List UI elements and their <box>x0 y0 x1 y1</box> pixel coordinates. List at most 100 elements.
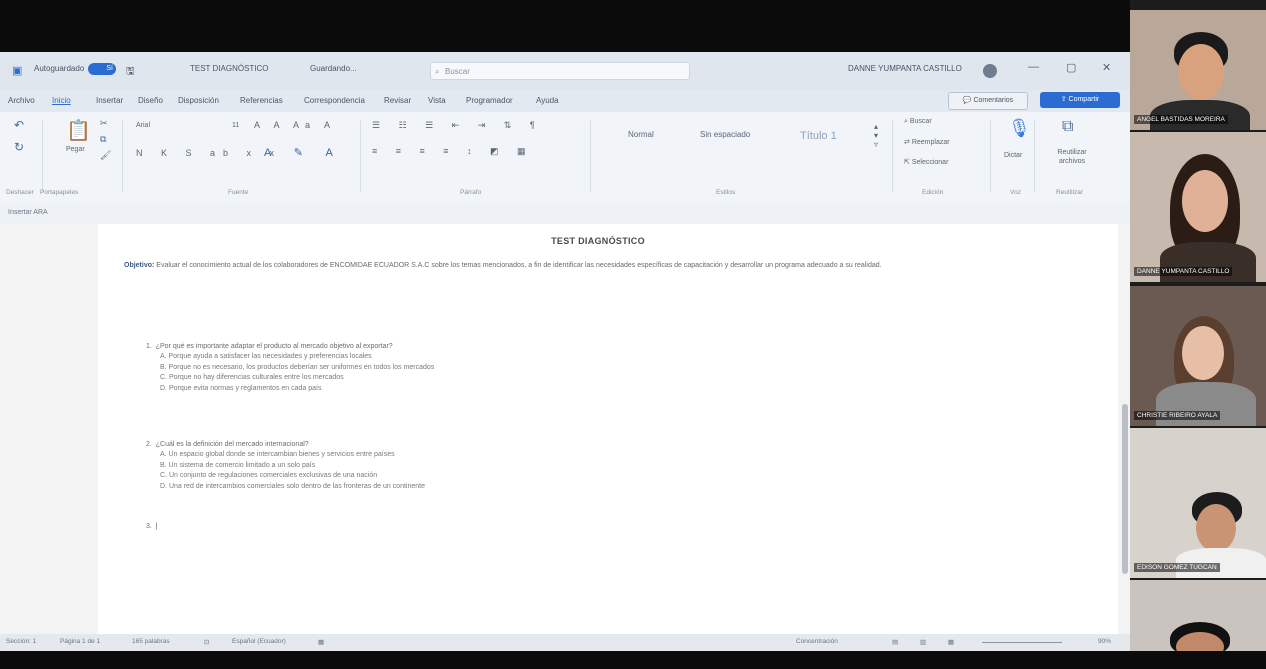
accessibility-icon[interactable]: ⊡ <box>204 638 209 646</box>
replace-icon: ⇄ <box>904 139 910 146</box>
option: D. Porque evita normas y reglamentos en … <box>160 384 322 392</box>
insert-file-button[interactable]: Insertar ARA <box>8 209 48 216</box>
participant-tile[interactable]: EDISON GOMEZ TUGCAN <box>1130 428 1266 578</box>
participant-tile[interactable]: CHRISTIE RIBEIRO AYALA <box>1130 286 1266 426</box>
menu-vista[interactable]: Vista <box>428 96 446 105</box>
voice-group-label: Voz <box>1010 189 1021 196</box>
style-titulo-1[interactable]: Título 1 <box>800 130 837 142</box>
focus-mode-button[interactable]: Concentración <box>796 638 838 645</box>
option: D. Una red de intercambios comerciales s… <box>160 482 425 490</box>
styles-group-label: Estilos <box>716 189 736 196</box>
minimize-icon[interactable]: — <box>1028 61 1039 73</box>
undo-group-label: Deshacer <box>6 189 34 196</box>
search-icon: ⌕ <box>904 118 908 125</box>
question-1: 1. ¿Por qué es importante adaptar el pro… <box>146 342 434 394</box>
participant-tile[interactable] <box>1130 580 1266 651</box>
undo-icon[interactable]: ↶ <box>14 118 24 132</box>
option: C. Un conjunto de regulaciones comercial… <box>160 472 378 480</box>
alignment-buttons[interactable]: ≡ ≡ ≡ ≡ ↕ ◩ ▦ <box>372 146 534 157</box>
status-language[interactable]: Español (Ecuador) <box>232 638 286 645</box>
bottom-black-bar <box>0 651 1266 669</box>
status-page: Página 1 de 1 <box>60 638 101 645</box>
list-buttons[interactable]: ☰ ☷ ☰ ⇤ ⇥ ⇅ ¶ <box>372 120 543 131</box>
word-window: ▣ Autoguardado Sí 🖫 TEST DIAGNÓSTICO Gua… <box>0 52 1130 651</box>
cursor-line[interactable]: 3. | <box>146 522 158 532</box>
autosave-toggle[interactable]: Sí <box>88 63 116 75</box>
zoom-level[interactable]: 90% <box>1098 638 1111 645</box>
user-avatar[interactable] <box>983 64 997 78</box>
font-size-select[interactable]: 11 <box>232 122 239 129</box>
menu-inicio[interactable]: Inicio <box>52 96 71 105</box>
clipboard-group-label: Portapapeles <box>40 189 79 196</box>
format-painter-icon[interactable]: 🖌 <box>100 150 111 161</box>
font-group-label: Fuente <box>228 189 249 196</box>
zoom-slider[interactable] <box>982 642 1062 643</box>
menu-programador[interactable]: Programador <box>466 96 513 105</box>
find-button[interactable]: ⌕ Buscar <box>904 118 932 126</box>
participant-tile[interactable]: ANGEL BASTIDAS MOREIRA <box>1130 10 1266 130</box>
autosave-label: Autoguardado <box>34 64 85 73</box>
objective-paragraph: Objetivo: Evaluar el conocimiento actual… <box>124 260 984 271</box>
top-black-bar <box>0 0 1130 52</box>
style-sin-espaciado[interactable]: Sin espaciado <box>700 130 750 139</box>
font-format-buttons[interactable]: N K S ab x x <box>136 148 282 158</box>
redo-icon[interactable]: ↻ <box>14 140 24 154</box>
font-color-buttons[interactable]: A ✎ A <box>264 146 343 159</box>
option: C. Porque no hay diferencias culturales … <box>160 374 344 382</box>
document-name[interactable]: TEST DIAGNÓSTICO <box>190 64 269 73</box>
paragraph-group-label: Párrafo <box>460 189 482 196</box>
select-button[interactable]: ⇱ Seleccionar <box>904 158 948 166</box>
dictate-label: Dictar <box>1004 152 1023 159</box>
menu-archivo[interactable]: Archivo <box>8 96 35 105</box>
document-title: TEST DIAGNÓSTICO <box>551 236 645 246</box>
style-normal[interactable]: Normal <box>628 130 654 139</box>
option: B. Porque no es necesario, los productos… <box>160 363 435 371</box>
question-2: 2. ¿Cuál es la definición del mercado in… <box>146 440 425 492</box>
menu-ayuda[interactable]: Ayuda <box>536 96 559 105</box>
question-text: ¿Cuál es la definición del mercado inter… <box>155 441 309 448</box>
font-name-select[interactable]: Arial <box>136 122 150 129</box>
reuse-files-label: Reutilizar archivos <box>1057 149 1087 165</box>
copy-icon[interactable]: ⧉ <box>100 134 106 145</box>
participants-panel: ANGEL BASTIDAS MOREIRA DANNE YUMPANTA CA… <box>1130 0 1266 651</box>
status-words: 165 palabras <box>132 638 170 645</box>
save-icon[interactable]: 🖫 <box>126 64 135 81</box>
menu-revisar[interactable]: Revisar <box>384 96 411 105</box>
cut-icon[interactable]: ✂ <box>100 118 108 129</box>
user-name[interactable]: DANNE YUMPANTA CASTILLO <box>848 64 962 73</box>
participant-name: CHRISTIE RIBEIRO AYALA <box>1134 411 1221 420</box>
objective-text: Evaluar el conocimiento actual de los co… <box>156 262 882 269</box>
search-input[interactable]: ⌕ Buscar <box>430 62 690 80</box>
document-page[interactable]: TEST DIAGNÓSTICO Objetivo: Evaluar el co… <box>98 224 1118 644</box>
question-text: ¿Por qué es importante adaptar el produc… <box>155 343 393 350</box>
comments-button[interactable]: 💬 Comentarios <box>948 92 1028 110</box>
menu-diseno[interactable]: Diseño <box>138 96 163 105</box>
styles-scroll[interactable]: ▴ ▾ ▿ <box>874 122 878 149</box>
objective-label: Objetivo: <box>124 262 155 269</box>
maximize-icon[interactable]: ▢ <box>1066 61 1076 74</box>
search-icon: ⌕ <box>435 67 440 76</box>
reuse-files-icon[interactable]: ⧉ <box>1062 118 1073 136</box>
participant-tile[interactable]: DANNE YUMPANTA CASTILLO <box>1130 132 1266 282</box>
title-bar: ▣ Autoguardado Sí 🖫 TEST DIAGNÓSTICO Gua… <box>0 52 1130 90</box>
word-logo-icon: ▣ <box>12 65 23 77</box>
cursor-icon: ⇱ <box>904 159 910 166</box>
quick-access-row: Insertar ARA <box>0 204 1130 224</box>
microphone-icon[interactable]: 🎙 <box>1008 118 1031 139</box>
track-changes-icon[interactable]: ▦ <box>318 638 324 646</box>
share-button[interactable]: ⇪ Compartir <box>1040 92 1120 108</box>
menu-disposicion[interactable]: Disposición <box>178 96 219 105</box>
close-icon[interactable]: ✕ <box>1102 61 1111 74</box>
menu-correspondencia[interactable]: Correspondencia <box>304 96 365 105</box>
view-mode-buttons[interactable]: ▤ ▥ ▦ <box>892 638 964 646</box>
document-area: TEST DIAGNÓSTICO Objetivo: Evaluar el co… <box>0 224 1130 644</box>
participant-name: EDISON GOMEZ TUGCAN <box>1134 563 1220 572</box>
font-size-controls[interactable]: A A Aa A <box>254 120 336 130</box>
menu-referencias[interactable]: Referencias <box>240 96 283 105</box>
vertical-scrollbar[interactable] <box>1122 404 1128 574</box>
option: B. Un sistema de comercio limitado a un … <box>160 461 316 469</box>
editing-group-label: Edición <box>922 189 944 196</box>
paste-icon[interactable]: 📋 <box>66 118 91 143</box>
menu-insertar[interactable]: Insertar <box>96 96 123 105</box>
replace-button[interactable]: ⇄ Reemplazar <box>904 138 950 146</box>
